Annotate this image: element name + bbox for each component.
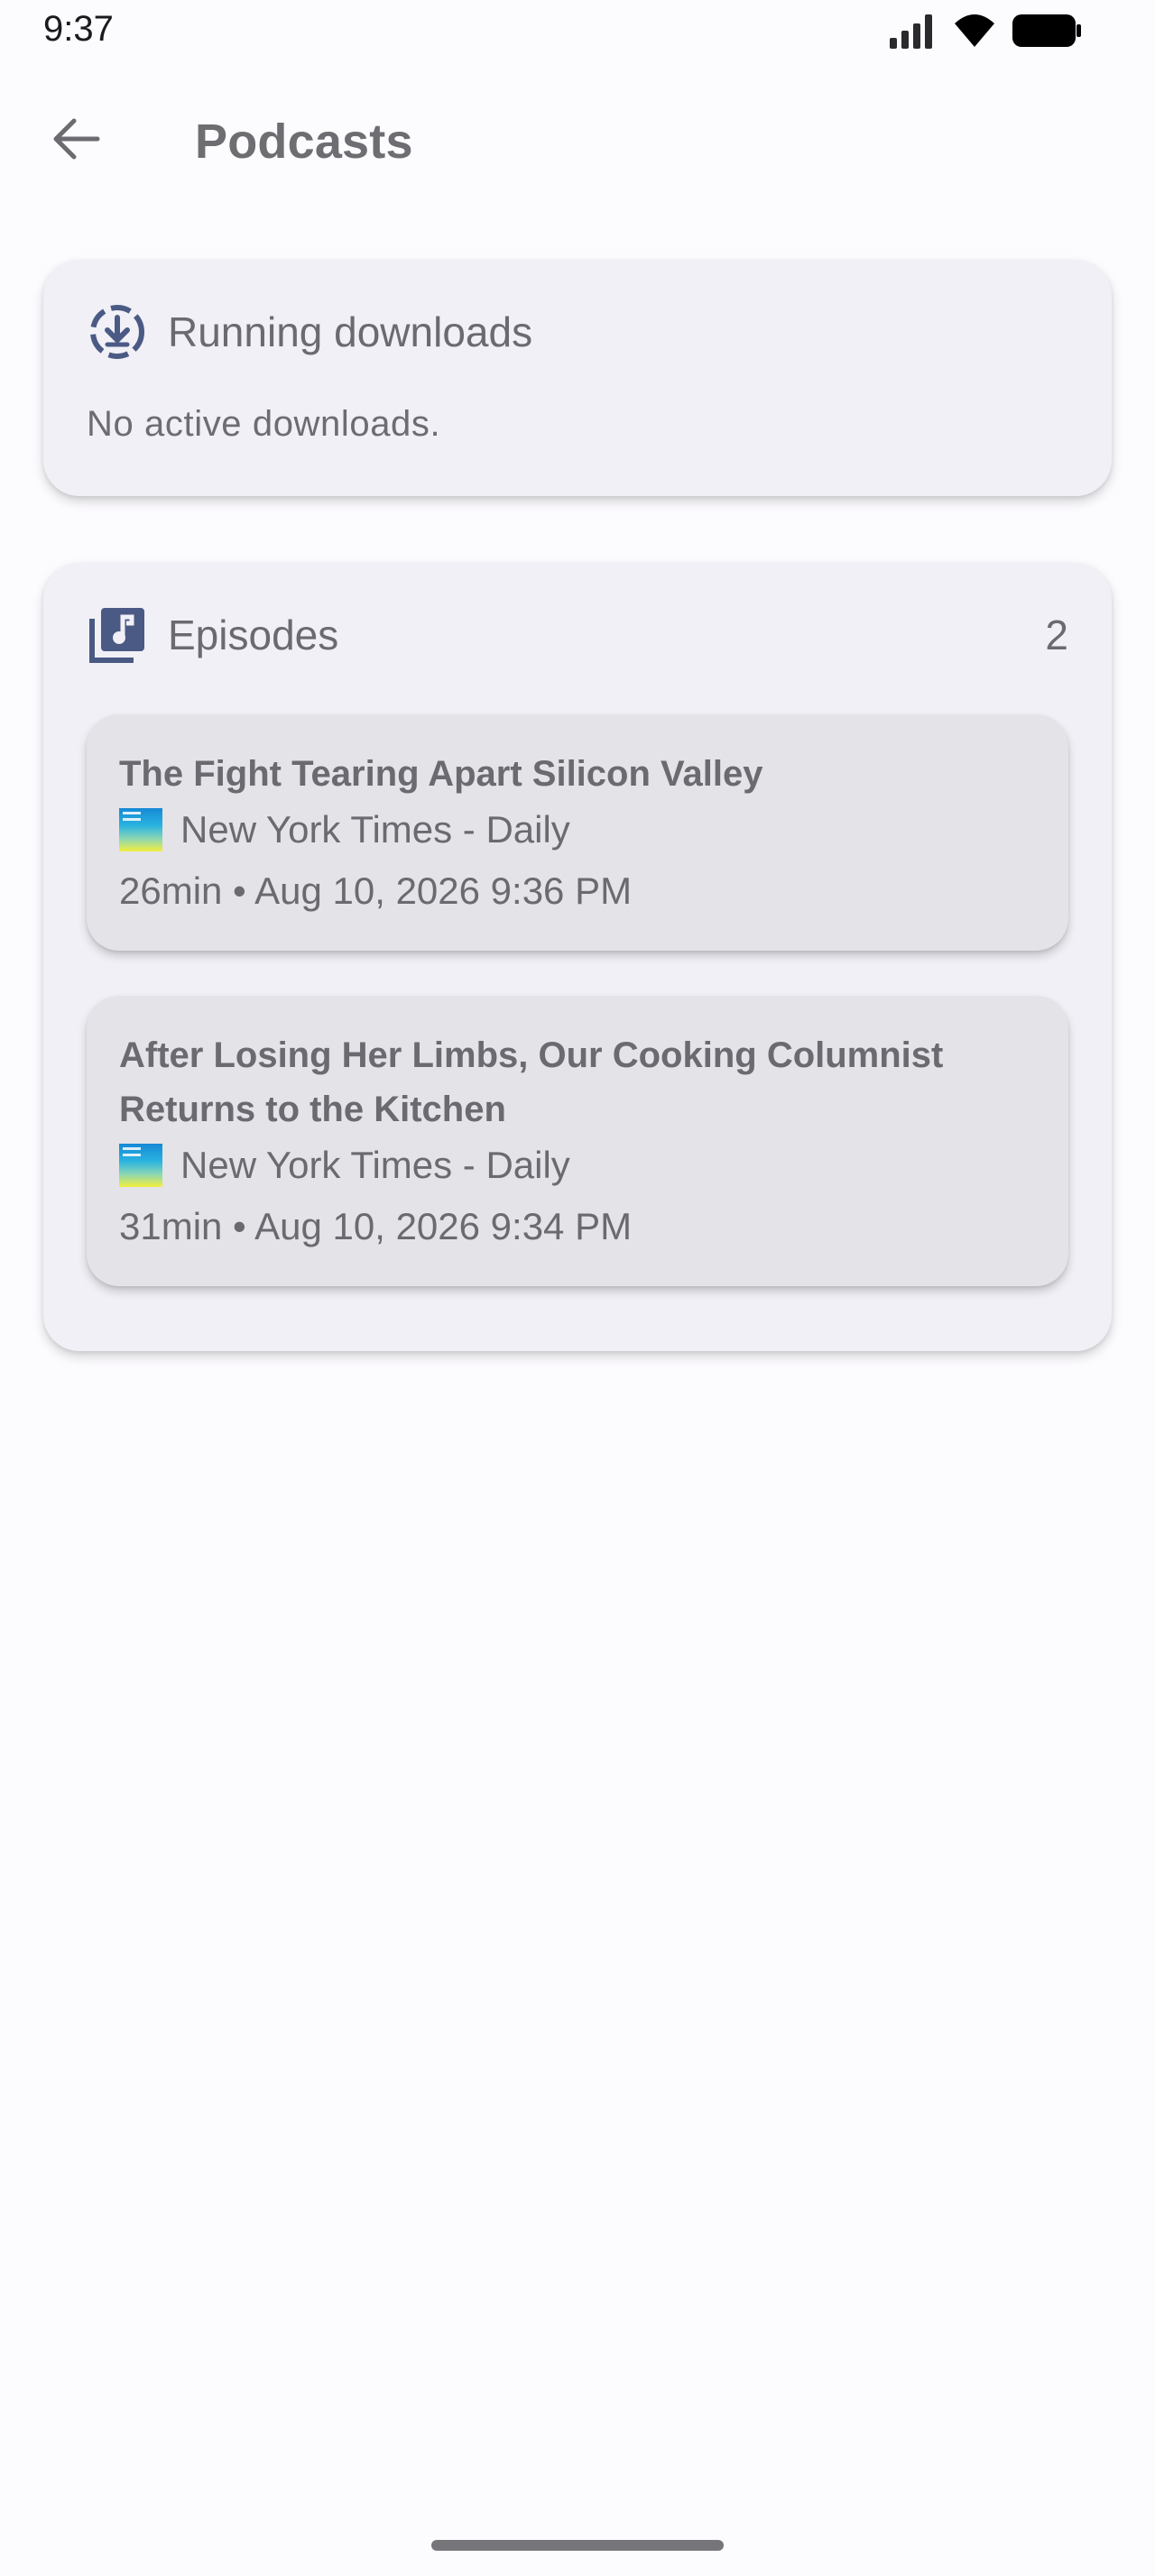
app-bar: Podcasts — [0, 90, 1155, 198]
episode-podcast-name: New York Times - Daily — [180, 1144, 570, 1186]
signal-icon — [888, 13, 938, 53]
episode-podcast-name: New York Times - Daily — [180, 808, 570, 851]
episode-title: After Losing Her Limbs, Our Cooking Colu… — [119, 1035, 944, 1129]
arrow-back-icon — [51, 114, 101, 169]
episode-item[interactable]: The Fight Tearing Apart Silicon Valley N… — [87, 714, 1068, 951]
wifi-icon — [953, 13, 996, 53]
podcast-thumbnail — [119, 808, 162, 851]
status-bar: 9:37 — [0, 0, 1155, 65]
battery-icon — [1011, 13, 1083, 53]
episodes-count: 2 — [1045, 612, 1068, 658]
no-downloads-text: No active downloads. — [87, 404, 441, 444]
episode-podcast-row: New York Times - Daily — [119, 808, 570, 851]
status-time: 9:37 — [43, 9, 114, 49]
download-progress-icon — [87, 301, 148, 363]
podcast-thumbnail — [119, 1144, 162, 1187]
page-title: Podcasts — [195, 115, 413, 169]
episodes-title: Episodes — [168, 612, 339, 658]
back-button[interactable] — [40, 105, 112, 177]
music-library-icon — [87, 604, 148, 666]
running-downloads-title: Running downloads — [168, 308, 533, 355]
episode-duration-date: 26min • Aug 10, 2026 9:36 PM — [119, 869, 633, 912]
episode-title: The Fight Tearing Apart Silicon Valley — [119, 754, 763, 794]
episodes-header: Episodes 2 — [87, 599, 1068, 671]
status-icons — [888, 13, 1083, 53]
episode-duration-date: 31min • Aug 10, 2026 9:34 PM — [119, 1205, 633, 1247]
episode-item[interactable]: After Losing Her Limbs, Our Cooking Colu… — [87, 996, 1068, 1286]
episode-podcast-row: New York Times - Daily — [119, 1144, 570, 1187]
running-downloads-card: Running downloads — [43, 260, 1112, 496]
home-indicator[interactable] — [431, 2540, 724, 2551]
running-downloads-header: Running downloads — [87, 296, 1068, 368]
